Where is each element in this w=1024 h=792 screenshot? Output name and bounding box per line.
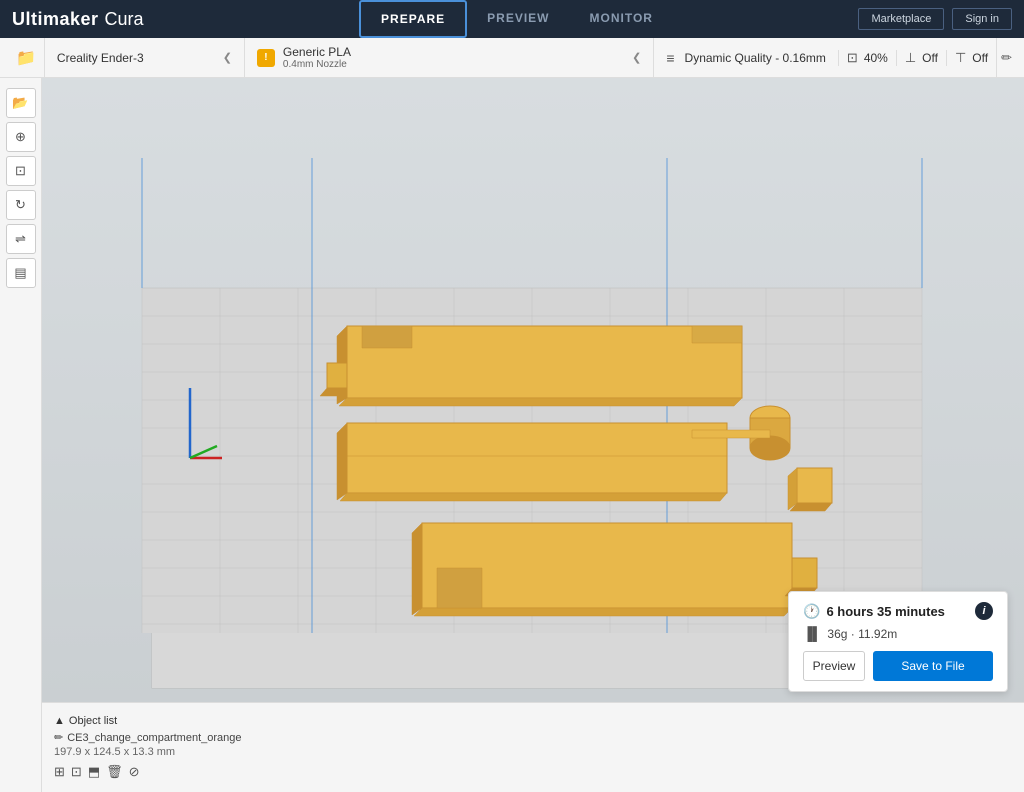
save-to-file-button[interactable]: Save to File [873,651,993,681]
duplicate-icon[interactable]: ⊞ [54,764,65,780]
tool-rotate[interactable]: ↻ [6,190,36,220]
tab-preview[interactable]: PREVIEW [467,0,569,38]
material-section[interactable]: ! Generic PLA 0.4mm Nozzle ❮ [245,38,654,77]
tool-open[interactable]: 📂 [6,88,36,118]
printer-name: Creality Ender-3 [57,51,144,65]
quality-section[interactable]: ≡ Dynamic Quality - 0.16mm [654,38,838,77]
nav-tabs: PREPARE PREVIEW MONITOR [174,0,859,38]
filament-text: 36g · 11.92m [827,627,897,641]
clock-icon: 🕐 [803,603,820,620]
printer-section[interactable]: Creality Ender-3 ❮ [45,38,245,77]
toolbar-file: 📁 [8,38,45,77]
object-dims: 197.9 x 124.5 x 13.3 mm [54,746,1012,758]
material-info: Generic PLA 0.4mm Nozzle [283,45,351,70]
object-name: CE3_change_compartment_orange [67,732,241,744]
adhesion-label: Off [972,51,988,65]
settings-icon[interactable]: ✏ [996,38,1016,77]
tool-move[interactable]: ⊕ [6,122,36,152]
support-icon: ⊥ [905,50,916,66]
bottom-panel: ▲ Object list ✏ CE3_change_compartment_o… [42,702,1024,792]
object-list-header: ▲ Object list [54,715,1012,727]
folder-icon[interactable]: 📁 [16,48,36,68]
object-actions: ⊞ ⊡ ⬒ 🗑 ⊘ [54,764,1012,780]
support-label: Off [922,51,938,65]
toolbar: 📁 Creality Ender-3 ❮ ! Generic PLA 0.4mm… [0,38,1024,78]
material-icon: ! [257,49,275,67]
adhesion-section: ⊤ Off [946,50,996,66]
tool-arrange[interactable]: ▤ [6,258,36,288]
logo-cura: Cura [105,9,144,30]
signin-button[interactable]: Sign in [952,8,1012,30]
infill-icon: ⊡ [847,50,858,66]
printer-dropdown-icon[interactable]: ❮ [223,51,232,64]
material-dropdown-icon[interactable]: ❮ [632,51,641,64]
tool-mirror[interactable]: ⇌ [6,224,36,254]
viewport[interactable]: 🕐 6 hours 35 minutes i ▐▌ 36g · 11.92m P… [42,78,1024,792]
filament-icon: ▐▌ [803,626,821,641]
paste-icon[interactable]: ⬒ [88,764,100,780]
object-item: ✏ CE3_change_compartment_orange [54,731,1012,744]
tab-monitor[interactable]: MONITOR [570,0,673,38]
main: 📂 ⊕ ⊡ ↻ ⇌ ▤ [0,78,1024,792]
print-info: 🕐 6 hours 35 minutes i ▐▌ 36g · 11.92m P… [788,591,1008,692]
copy-icon[interactable]: ⊡ [71,764,82,780]
material-name: Generic PLA [283,45,351,59]
collapse-icon[interactable]: ▲ [54,715,65,727]
support-section: ⊥ Off [896,50,946,66]
infill-section: ⊡ 40% [838,50,896,66]
infill-value: 40% [864,51,888,65]
quality-name: Dynamic Quality - 0.16mm [685,51,826,65]
edit-icon: ✏ [54,731,63,744]
print-time-text: 6 hours 35 minutes [826,604,969,619]
adhesion-icon: ⊤ [955,50,966,66]
quality-icon: ≡ [666,50,674,66]
logo-ultimaker: Ultimaker [12,9,99,30]
logo: Ultimaker Cura [12,9,144,30]
delete-icon[interactable]: 🗑 [106,764,123,780]
header: Ultimaker Cura PREPARE PREVIEW MONITOR M… [0,0,1024,38]
header-right: Marketplace Sign in [858,8,1012,30]
print-time-row: 🕐 6 hours 35 minutes i [803,602,993,620]
marketplace-button[interactable]: Marketplace [858,8,944,30]
tab-prepare[interactable]: PREPARE [359,0,467,38]
tool-scale[interactable]: ⊡ [6,156,36,186]
preview-button[interactable]: Preview [803,651,865,681]
more-icon[interactable]: ⊘ [129,764,140,780]
nozzle-size: 0.4mm Nozzle [283,59,351,70]
filament-row: ▐▌ 36g · 11.92m [803,626,993,641]
left-tools: 📂 ⊕ ⊡ ↻ ⇌ ▤ [0,78,42,792]
object-list-label: Object list [69,715,117,727]
info-icon[interactable]: i [975,602,993,620]
print-buttons: Preview Save to File [803,651,993,681]
